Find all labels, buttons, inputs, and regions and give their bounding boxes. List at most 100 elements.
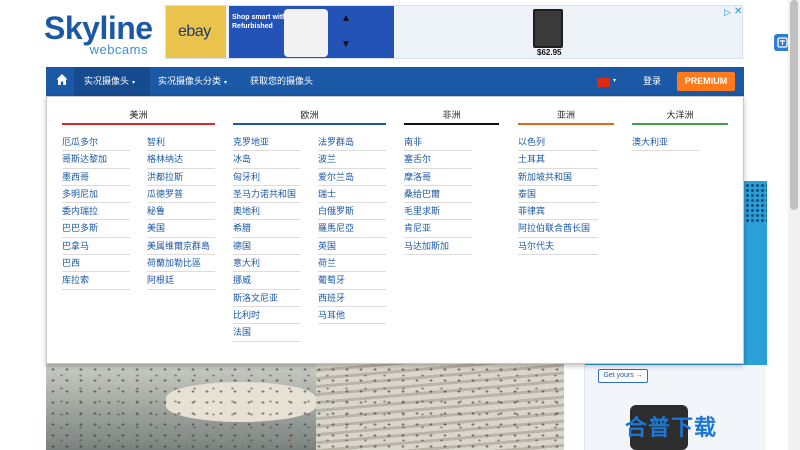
country-link[interactable]: 瓜德罗普 bbox=[147, 186, 215, 204]
continent-label: 美洲 bbox=[129, 110, 148, 120]
continent-heading-asia[interactable]: 亚洲 bbox=[518, 108, 614, 125]
country-link[interactable]: 爱尔兰岛 bbox=[318, 169, 386, 186]
country-link[interactable]: 巴拿马 bbox=[62, 238, 130, 256]
chevron-down-icon: ▾ bbox=[224, 80, 228, 86]
country-link[interactable]: 厄瓜多尔 bbox=[62, 134, 130, 152]
country-link[interactable]: 哥斯达黎加 bbox=[62, 151, 130, 169]
country-link[interactable]: 英国 bbox=[318, 238, 386, 256]
continent-underline bbox=[632, 123, 728, 125]
country-list-oceania: 澳大利亚 bbox=[632, 134, 700, 152]
country-link[interactable]: 桑给巴爾 bbox=[404, 186, 472, 204]
country-link[interactable]: 希腊 bbox=[233, 220, 301, 238]
continent-label: 欧洲 bbox=[300, 110, 319, 120]
country-link[interactable]: 法国 bbox=[233, 324, 301, 342]
country-link[interactable]: 毛里求斯 bbox=[404, 203, 472, 221]
chevron-down-icon: ▾ bbox=[132, 80, 136, 86]
country-link[interactable]: 挪威 bbox=[233, 272, 301, 290]
nav-get-your-cam[interactable]: 获取您的摄像头 bbox=[250, 67, 313, 96]
country-link[interactable]: 斯洛文尼亚 bbox=[233, 290, 301, 307]
country-link[interactable]: 奥地利 bbox=[233, 203, 301, 221]
main-nav: 实况摄像头 ▾ 实况摄像头分类 ▾ 获取您的摄像头 ▾ 登录 PREMIUM bbox=[46, 67, 744, 96]
country-link[interactable]: 德国 bbox=[233, 238, 301, 256]
country-link[interactable]: 克罗地亚 bbox=[233, 134, 301, 152]
country-link[interactable]: 马耳他 bbox=[318, 307, 386, 325]
language-flag-icon[interactable] bbox=[597, 78, 610, 87]
country-link[interactable]: 库拉索 bbox=[62, 272, 130, 290]
webcam-image[interactable] bbox=[46, 364, 564, 450]
nav-categories-label: 实况摄像头分类 bbox=[158, 76, 222, 86]
ad-close-icon[interactable]: ✕ bbox=[734, 6, 742, 17]
continent-label: 大洋洲 bbox=[666, 110, 694, 120]
continent-heading-africa[interactable]: 非洲 bbox=[404, 108, 499, 125]
country-link[interactable]: 荷蘭加勒比區 bbox=[147, 255, 215, 273]
country-link[interactable]: 泰国 bbox=[518, 186, 598, 204]
country-link[interactable]: 秘鲁 bbox=[147, 203, 215, 221]
country-link[interactable]: 格林纳达 bbox=[147, 151, 215, 169]
continent-label: 非洲 bbox=[442, 110, 461, 120]
nav-get-your-cam-label: 获取您的摄像头 bbox=[250, 76, 314, 86]
continent-heading-europe[interactable]: 欧洲 bbox=[233, 108, 386, 125]
photo-crowd bbox=[46, 364, 564, 450]
country-link[interactable]: 美国 bbox=[147, 220, 215, 238]
country-link[interactable]: 塞舌尔 bbox=[404, 151, 472, 169]
home-icon[interactable] bbox=[56, 73, 68, 87]
country-link[interactable]: 洪都拉斯 bbox=[147, 169, 215, 186]
country-link[interactable]: 荷兰 bbox=[318, 255, 386, 273]
country-link[interactable]: 西班牙 bbox=[318, 290, 386, 307]
country-link[interactable]: 墨西哥 bbox=[62, 169, 130, 186]
country-link[interactable]: 土耳其 bbox=[518, 151, 598, 169]
country-link[interactable]: 新加坡共和国 bbox=[518, 169, 598, 186]
country-link[interactable]: 比利时 bbox=[233, 307, 301, 325]
country-link[interactable]: 匈牙利 bbox=[233, 169, 301, 186]
country-link[interactable]: 委内瑞拉 bbox=[62, 203, 130, 221]
scrollbar-thumb[interactable] bbox=[790, 0, 798, 210]
country-link[interactable]: 葡萄牙 bbox=[318, 272, 386, 290]
country-link[interactable]: 冰岛 bbox=[233, 151, 301, 169]
country-link[interactable]: 马达加斯加 bbox=[404, 238, 472, 256]
country-link[interactable]: 美属维爾京群島 bbox=[147, 238, 215, 256]
continent-underline bbox=[233, 123, 386, 125]
country-link[interactable]: 意大利 bbox=[233, 255, 301, 273]
product-image bbox=[533, 9, 563, 48]
nav-live-cams[interactable]: 实况摄像头 ▾ bbox=[75, 67, 150, 96]
continent-heading-oceania[interactable]: 大洋洲 bbox=[632, 108, 728, 125]
country-list-americas-2: 智利 格林纳达 洪都拉斯 瓜德罗普 秘鲁 美国 美属维爾京群島 荷蘭加勒比區 阿根廷 bbox=[147, 134, 215, 290]
continent-heading-americas[interactable]: 美洲 bbox=[62, 108, 215, 125]
country-link[interactable]: 白俄罗斯 bbox=[318, 203, 386, 221]
premium-button[interactable]: PREMIUM bbox=[677, 72, 735, 91]
country-link[interactable]: 羅馬尼亞 bbox=[318, 220, 386, 238]
country-link[interactable]: 马尔代夫 bbox=[518, 238, 598, 256]
country-link[interactable]: 巴巴多斯 bbox=[62, 220, 130, 238]
ad-scroll-down-icon[interactable]: ▼ bbox=[341, 39, 351, 50]
country-link[interactable]: 阿根廷 bbox=[147, 272, 215, 290]
chevron-down-icon[interactable]: ▾ bbox=[613, 67, 616, 96]
country-link[interactable]: 阿拉伯联合酋长国 bbox=[518, 220, 598, 238]
country-list-africa: 南非 塞舌尔 摩洛哥 桑给巴爾 毛里求斯 肯尼亚 马达加斯加 bbox=[404, 134, 472, 256]
get-yours-button[interactable]: Get yours → bbox=[598, 369, 648, 383]
country-link[interactable]: 波兰 bbox=[318, 151, 386, 169]
nav-categories[interactable]: 实况摄像头分类 ▾ bbox=[158, 67, 227, 96]
login-link[interactable]: 登录 bbox=[643, 67, 661, 96]
country-link[interactable]: 智利 bbox=[147, 134, 215, 152]
country-link[interactable]: 多明尼加 bbox=[62, 186, 130, 204]
country-link[interactable]: 澳大利亚 bbox=[632, 134, 700, 152]
country-list-europe-2: 法罗群岛 波兰 爱尔兰岛 瑞士 白俄罗斯 羅馬尼亞 英国 荷兰 葡萄牙 西班牙 马耳他 bbox=[318, 134, 386, 325]
ad-scroll-up-icon[interactable]: ▲ bbox=[341, 13, 351, 24]
country-link[interactable]: 以色列 bbox=[518, 134, 598, 152]
continent-underline bbox=[404, 123, 499, 125]
country-link[interactable]: 肯尼亚 bbox=[404, 220, 472, 238]
country-list-europe-1: 克罗地亚 冰岛 匈牙利 圣马力诺共和国 奥地利 希腊 德国 意大利 挪威 斯洛文尼亚 比利时 法国 bbox=[233, 134, 301, 342]
country-link[interactable]: 南非 bbox=[404, 134, 472, 152]
country-link[interactable]: 菲律宾 bbox=[518, 203, 598, 221]
adchoices-icon[interactable]: ▷ bbox=[724, 7, 731, 18]
country-link[interactable]: 巴西 bbox=[62, 255, 130, 273]
side-ad-dot-pattern bbox=[740, 183, 767, 223]
site-logo[interactable]: Skyline webcams bbox=[44, 12, 154, 60]
country-link[interactable]: 瑞士 bbox=[318, 186, 386, 204]
logo-word-skyline: Skyline bbox=[44, 10, 153, 46]
top-banner-ad[interactable]: ebay Shop smart with eBay Refurbished ▲ … bbox=[165, 5, 743, 59]
country-link[interactable]: 法罗群岛 bbox=[318, 134, 386, 152]
country-link[interactable]: 摩洛哥 bbox=[404, 169, 472, 186]
nav-live-cams-label: 实况摄像头 bbox=[84, 76, 130, 86]
country-link[interactable]: 圣马力诺共和国 bbox=[233, 186, 301, 204]
